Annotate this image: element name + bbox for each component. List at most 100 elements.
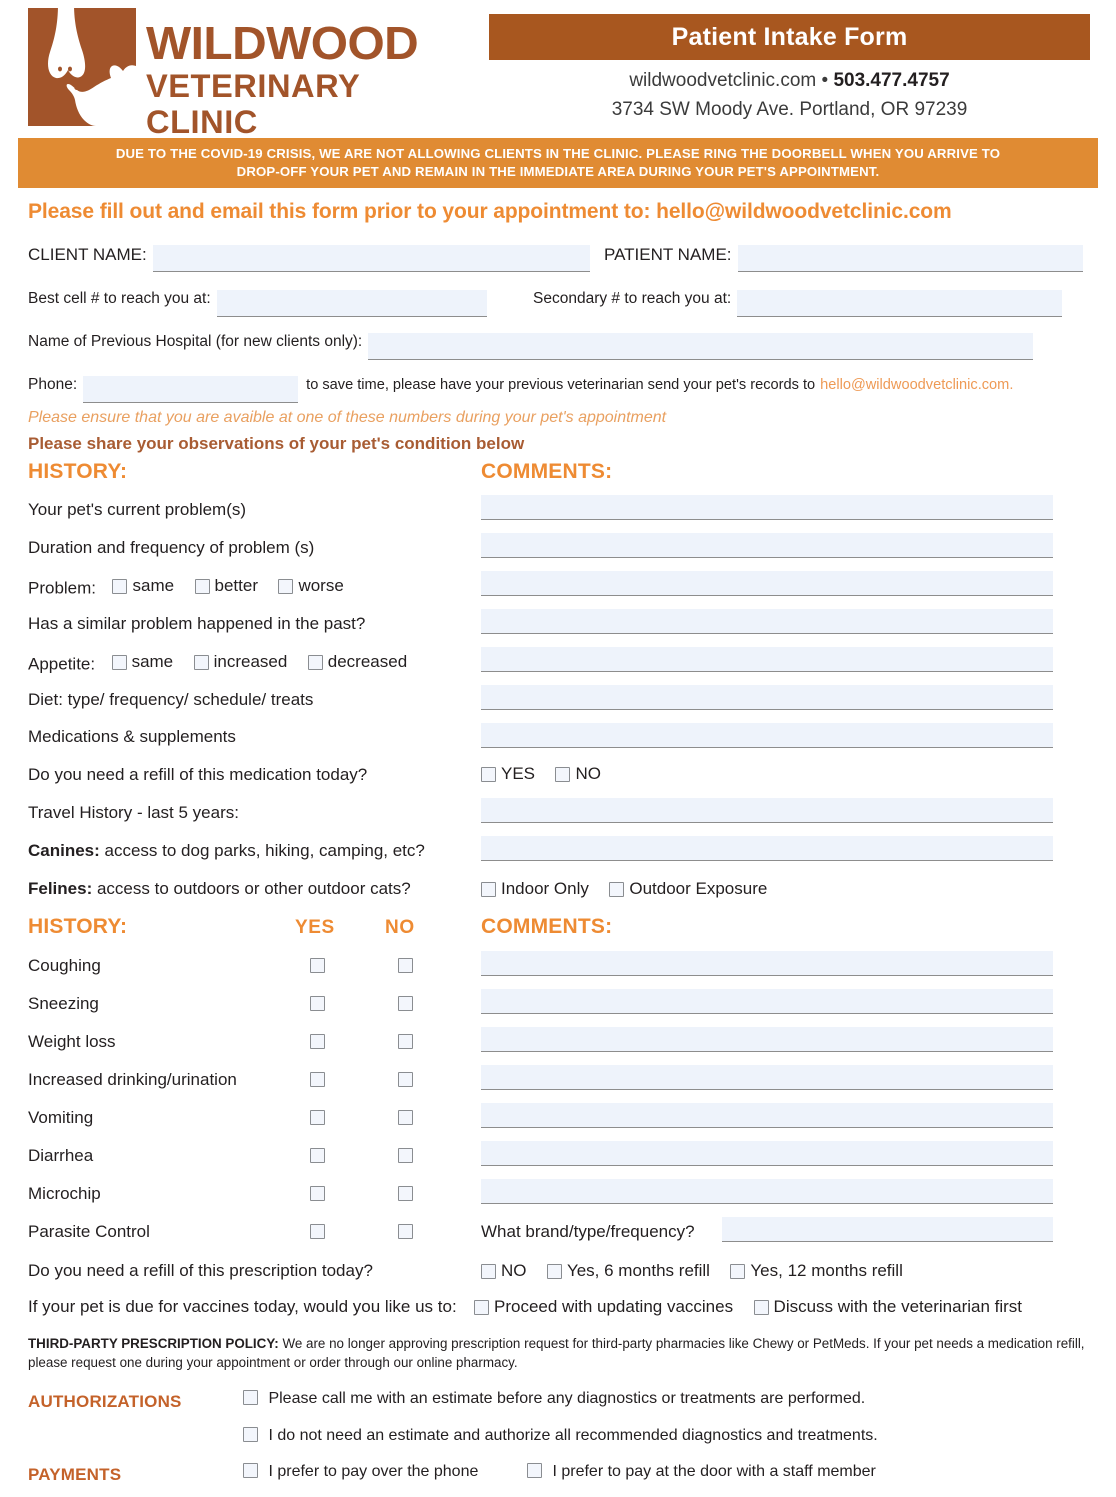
authorization-no-estimate-label: I do not need an estimate and authorize … bbox=[268, 1427, 878, 1444]
appetite-decreased-label: decreased bbox=[327, 652, 408, 671]
s1-comment-input-2[interactable] bbox=[481, 571, 1053, 596]
patient-name-input[interactable] bbox=[737, 245, 1083, 272]
problem-worse-checkbox[interactable] bbox=[278, 578, 294, 594]
availability-note: Please ensure that you are avaible at on… bbox=[28, 409, 667, 426]
diarrhea-yes-checkbox[interactable] bbox=[310, 1148, 325, 1163]
s2-label-3: Increased drinking/urination bbox=[28, 1070, 237, 1089]
s1-label-4: Appetite: bbox=[28, 654, 96, 674]
microchip-no-checkbox[interactable] bbox=[398, 1186, 413, 1201]
appetite-decreased-option[interactable]: decreased bbox=[307, 652, 408, 672]
s1-comment-input-0[interactable] bbox=[481, 495, 1053, 520]
weight-loss-yes-checkbox[interactable] bbox=[310, 1034, 325, 1049]
appetite-same-option[interactable]: same bbox=[111, 652, 173, 672]
refill-no-checkbox[interactable] bbox=[481, 1263, 496, 1279]
diarrhea-no-checkbox[interactable] bbox=[398, 1148, 413, 1163]
client-name-row: CLIENT NAME: bbox=[28, 245, 590, 272]
authorization-no-estimate-checkbox[interactable] bbox=[243, 1427, 258, 1442]
records-email-link[interactable]: hello@wildwoodvetclinic.com. bbox=[820, 377, 1013, 393]
outdoor-exposure-label: Outdoor Exposure bbox=[629, 879, 768, 898]
refill-no-label: NO bbox=[501, 1261, 527, 1280]
s1-comment-input-4[interactable] bbox=[481, 647, 1053, 672]
appetite-decreased-checkbox[interactable] bbox=[307, 654, 323, 670]
best-cell-input[interactable] bbox=[216, 290, 487, 317]
vaccine-proceed-option[interactable]: Proceed with updating vaccines bbox=[474, 1297, 733, 1317]
s2-comment-input-5[interactable] bbox=[481, 1141, 1053, 1166]
s1-comment-input-5[interactable] bbox=[481, 685, 1053, 710]
secondary-number-input[interactable] bbox=[737, 290, 1063, 317]
problem-worse-option[interactable]: worse bbox=[278, 576, 344, 596]
increased-drinking-yes-checkbox[interactable] bbox=[310, 1072, 325, 1087]
parasite-brand-input[interactable] bbox=[722, 1217, 1053, 1242]
s1-comment-input-9[interactable] bbox=[481, 836, 1053, 861]
client-name-input[interactable] bbox=[152, 245, 590, 272]
problem-same-checkbox[interactable] bbox=[112, 578, 128, 594]
s2-comment-input-6[interactable] bbox=[481, 1179, 1053, 1204]
s1-comment-input-3[interactable] bbox=[481, 609, 1053, 634]
s2-comment-input-3[interactable] bbox=[481, 1065, 1053, 1090]
vaccine-question: If your pet is due for vaccines today, w… bbox=[28, 1297, 457, 1316]
payment-phone-checkbox[interactable] bbox=[243, 1463, 258, 1478]
increased-drinking-no-checkbox[interactable] bbox=[398, 1072, 413, 1087]
s2-comment-input-2[interactable] bbox=[481, 1027, 1053, 1052]
logo-wordmark: WILDWOOD VETERINARY CLINIC bbox=[146, 18, 438, 140]
refill-12-months-option[interactable]: Yes, 12 months refill bbox=[730, 1261, 903, 1281]
refill-no-option[interactable]: NO bbox=[481, 1261, 527, 1281]
section1-history-heading: HISTORY: bbox=[28, 460, 128, 483]
observations-heading: Please share your observations of your p… bbox=[28, 434, 525, 453]
vomiting-no-checkbox[interactable] bbox=[398, 1110, 413, 1125]
authorization-no-estimate-option[interactable]: I do not need an estimate and authorize … bbox=[243, 1427, 878, 1445]
problem-better-option[interactable]: better bbox=[194, 576, 258, 596]
refill-6-months-checkbox[interactable] bbox=[546, 1263, 562, 1279]
refill-12-months-checkbox[interactable] bbox=[730, 1263, 746, 1279]
s2-comment-input-0[interactable] bbox=[481, 951, 1053, 976]
sneezing-yes-checkbox[interactable] bbox=[310, 996, 325, 1011]
coughing-yes-checkbox[interactable] bbox=[310, 958, 325, 973]
vomiting-yes-checkbox[interactable] bbox=[310, 1110, 325, 1125]
payment-phone-option[interactable]: I prefer to pay over the phone bbox=[243, 1463, 478, 1481]
authorization-estimate-label: Please call me with an estimate before a… bbox=[268, 1390, 866, 1407]
vaccine-discuss-option[interactable]: Discuss with the veterinarian first bbox=[753, 1297, 1022, 1317]
s2-comment-input-4[interactable] bbox=[481, 1103, 1053, 1128]
parasite-control-no-checkbox[interactable] bbox=[398, 1224, 413, 1239]
problem-worse-label: worse bbox=[298, 576, 344, 595]
phone-input[interactable] bbox=[83, 376, 299, 403]
section1-comments-heading: COMMENTS: bbox=[481, 460, 613, 483]
parasite-control-yes-checkbox[interactable] bbox=[310, 1224, 325, 1239]
med-refill-yes-checkbox[interactable] bbox=[481, 766, 496, 782]
s1-label-2: Problem: bbox=[28, 578, 97, 598]
s1-comment-input-6[interactable] bbox=[481, 723, 1053, 748]
authorization-estimate-checkbox[interactable] bbox=[243, 1390, 258, 1405]
section2-yes-heading: YES bbox=[295, 917, 335, 938]
indoor-only-checkbox[interactable] bbox=[481, 881, 496, 897]
s1-comment-input-1[interactable] bbox=[481, 533, 1053, 558]
vaccine-proceed-checkbox[interactable] bbox=[474, 1299, 489, 1315]
appetite-increased-checkbox[interactable] bbox=[193, 654, 209, 670]
authorization-estimate-option[interactable]: Please call me with an estimate before a… bbox=[243, 1390, 865, 1408]
s2-label-0: Coughing bbox=[28, 956, 101, 975]
med-refill-yes-option[interactable]: YES bbox=[481, 764, 535, 784]
outdoor-exposure-option[interactable]: Outdoor Exposure bbox=[609, 879, 767, 899]
vaccine-discuss-checkbox[interactable] bbox=[753, 1299, 769, 1315]
appetite-same-checkbox[interactable] bbox=[111, 654, 127, 670]
coughing-no-checkbox[interactable] bbox=[398, 958, 413, 973]
s2-comment-input-1[interactable] bbox=[481, 989, 1053, 1014]
med-refill-no-checkbox[interactable] bbox=[555, 766, 571, 782]
med-refill-no-option[interactable]: NO bbox=[555, 764, 601, 784]
problem-better-checkbox[interactable] bbox=[194, 578, 210, 594]
outdoor-exposure-checkbox[interactable] bbox=[609, 881, 625, 897]
weight-loss-no-checkbox[interactable] bbox=[398, 1034, 413, 1049]
client-name-label: CLIENT NAME: bbox=[28, 245, 147, 264]
contact-separator: • bbox=[821, 70, 829, 91]
microchip-yes-checkbox[interactable] bbox=[310, 1186, 325, 1201]
s1-label-1: Duration and frequency of problem (s) bbox=[28, 538, 315, 557]
refill-6-months-option[interactable]: Yes, 6 months refill bbox=[546, 1261, 710, 1281]
s1-comment-input-8[interactable] bbox=[481, 798, 1053, 823]
previous-hospital-input[interactable] bbox=[368, 333, 1034, 360]
indoor-only-option[interactable]: Indoor Only bbox=[481, 879, 589, 899]
payment-door-option[interactable]: I prefer to pay at the door with a staff… bbox=[527, 1463, 876, 1481]
payment-door-checkbox[interactable] bbox=[527, 1463, 542, 1478]
s2-label-7: Parasite Control bbox=[28, 1222, 150, 1241]
appetite-increased-option[interactable]: increased bbox=[193, 652, 287, 672]
sneezing-no-checkbox[interactable] bbox=[398, 996, 413, 1011]
problem-same-option[interactable]: same bbox=[112, 576, 174, 596]
